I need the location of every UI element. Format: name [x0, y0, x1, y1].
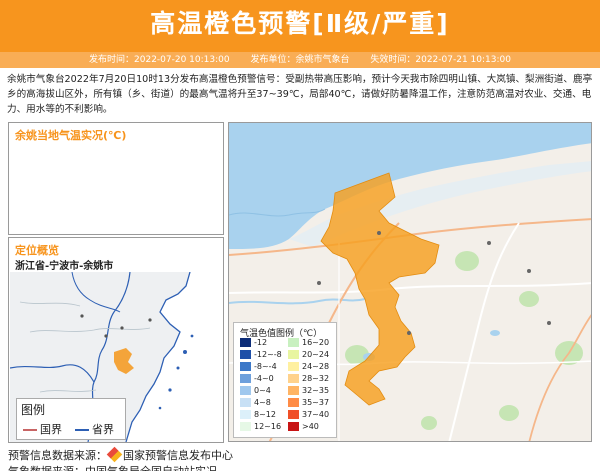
temp-legend-item: 16~20: [288, 338, 329, 348]
color-swatch-icon: [288, 410, 299, 419]
temp-legend-item: 20~24: [288, 350, 329, 360]
province-border-line-icon: [75, 429, 89, 431]
country-border-line-icon: [23, 429, 37, 431]
color-swatch-icon: [240, 350, 251, 359]
source-label: 预警信息数据来源：: [8, 449, 107, 462]
expire-time: 失效时间：2022-07-21 10:13:00: [370, 55, 511, 65]
temp-legend-item: 35~37: [288, 398, 329, 408]
temp-legend-item: >40: [288, 422, 319, 432]
color-swatch-icon: [240, 386, 251, 395]
live-temperature-panel: 余姚当地气温实况(℃): [8, 122, 224, 235]
temp-legend-item: -12~-8: [240, 350, 282, 360]
color-swatch-icon: [288, 350, 299, 359]
temp-legend-item: 32~35: [288, 386, 329, 396]
temp-legend-item: -4~0: [240, 374, 274, 384]
color-swatch-icon: [240, 338, 251, 347]
legend-province-border: 省界: [75, 421, 114, 437]
publisher: 发布单位：余姚市气象台: [250, 55, 350, 65]
legend-title: 图例: [21, 403, 46, 417]
color-swatch-icon: [240, 410, 251, 419]
temp-legend-item: 4~8: [240, 398, 271, 408]
temp-legend-item: 8~12: [240, 410, 276, 420]
location-path: 浙江省-宁波市-余姚市: [15, 261, 114, 272]
color-swatch-icon: [240, 398, 251, 407]
temp-legend-item: 0~4: [240, 386, 271, 396]
warning-page: 高温橙色预警[Ⅱ级/严重] 发布时间：2022-07-20 10:13:00 发…: [0, 0, 600, 471]
warning-description: 余姚市气象台2022年7月20日10时13分发布高温橙色预警信号：受副热带高压影…: [7, 74, 593, 115]
info-bar: 发布时间：2022-07-20 10:13:00 发布单位：余姚市气象台 失效时…: [0, 52, 600, 68]
data-source-line: 预警信息数据来源： 国家预警信息发布中心: [8, 446, 233, 463]
map-legend: 图例 国界 省界: [16, 398, 126, 440]
temp-legend-item: -12: [240, 338, 267, 348]
temperature-legend: 气温色值图例（℃） -12 16~20 -12~-8 20~24 -8~-4 2…: [233, 322, 337, 438]
warning-center-logo-icon: [106, 446, 123, 463]
temp-legend-item: 37~40: [288, 410, 329, 420]
warning-title: 高温橙色预警[Ⅱ级/严重]: [150, 9, 450, 38]
temp-legend-item: 28~32: [288, 374, 329, 384]
color-swatch-icon: [240, 362, 251, 371]
source-name-link[interactable]: 国家预警信息发布中心: [123, 449, 233, 462]
temp-legend-item: 24~28: [288, 362, 329, 372]
location-overview-title: 定位概览: [15, 244, 59, 257]
live-temperature-title: 余姚当地气温实况(℃): [15, 129, 127, 142]
temp-legend-item: -8~-4: [240, 362, 277, 372]
weather-source-line: 气象数据来源：中国气象局全国自动站实况: [8, 463, 217, 471]
color-swatch-icon: [240, 374, 251, 383]
color-swatch-icon: [288, 386, 299, 395]
temp-legend-item: 12~16: [240, 422, 281, 432]
color-swatch-icon: [240, 422, 251, 431]
color-swatch-icon: [288, 398, 299, 407]
color-swatch-icon: [288, 422, 299, 431]
location-overview-panel: 定位概览 浙江省-宁波市-余姚市 图例 国界 省界: [8, 237, 224, 443]
legend-country-border: 国界: [23, 421, 62, 437]
color-swatch-icon: [288, 362, 299, 371]
color-swatch-icon: [288, 338, 299, 347]
temperature-map[interactable]: 气温色值图例（℃） -12 16~20 -12~-8 20~24 -8~-4 2…: [228, 122, 592, 442]
color-swatch-icon: [288, 374, 299, 383]
warning-banner: 高温橙色预警[Ⅱ级/严重]: [0, 0, 600, 52]
publish-time: 发布时间：2022-07-20 10:13:00: [89, 55, 230, 65]
